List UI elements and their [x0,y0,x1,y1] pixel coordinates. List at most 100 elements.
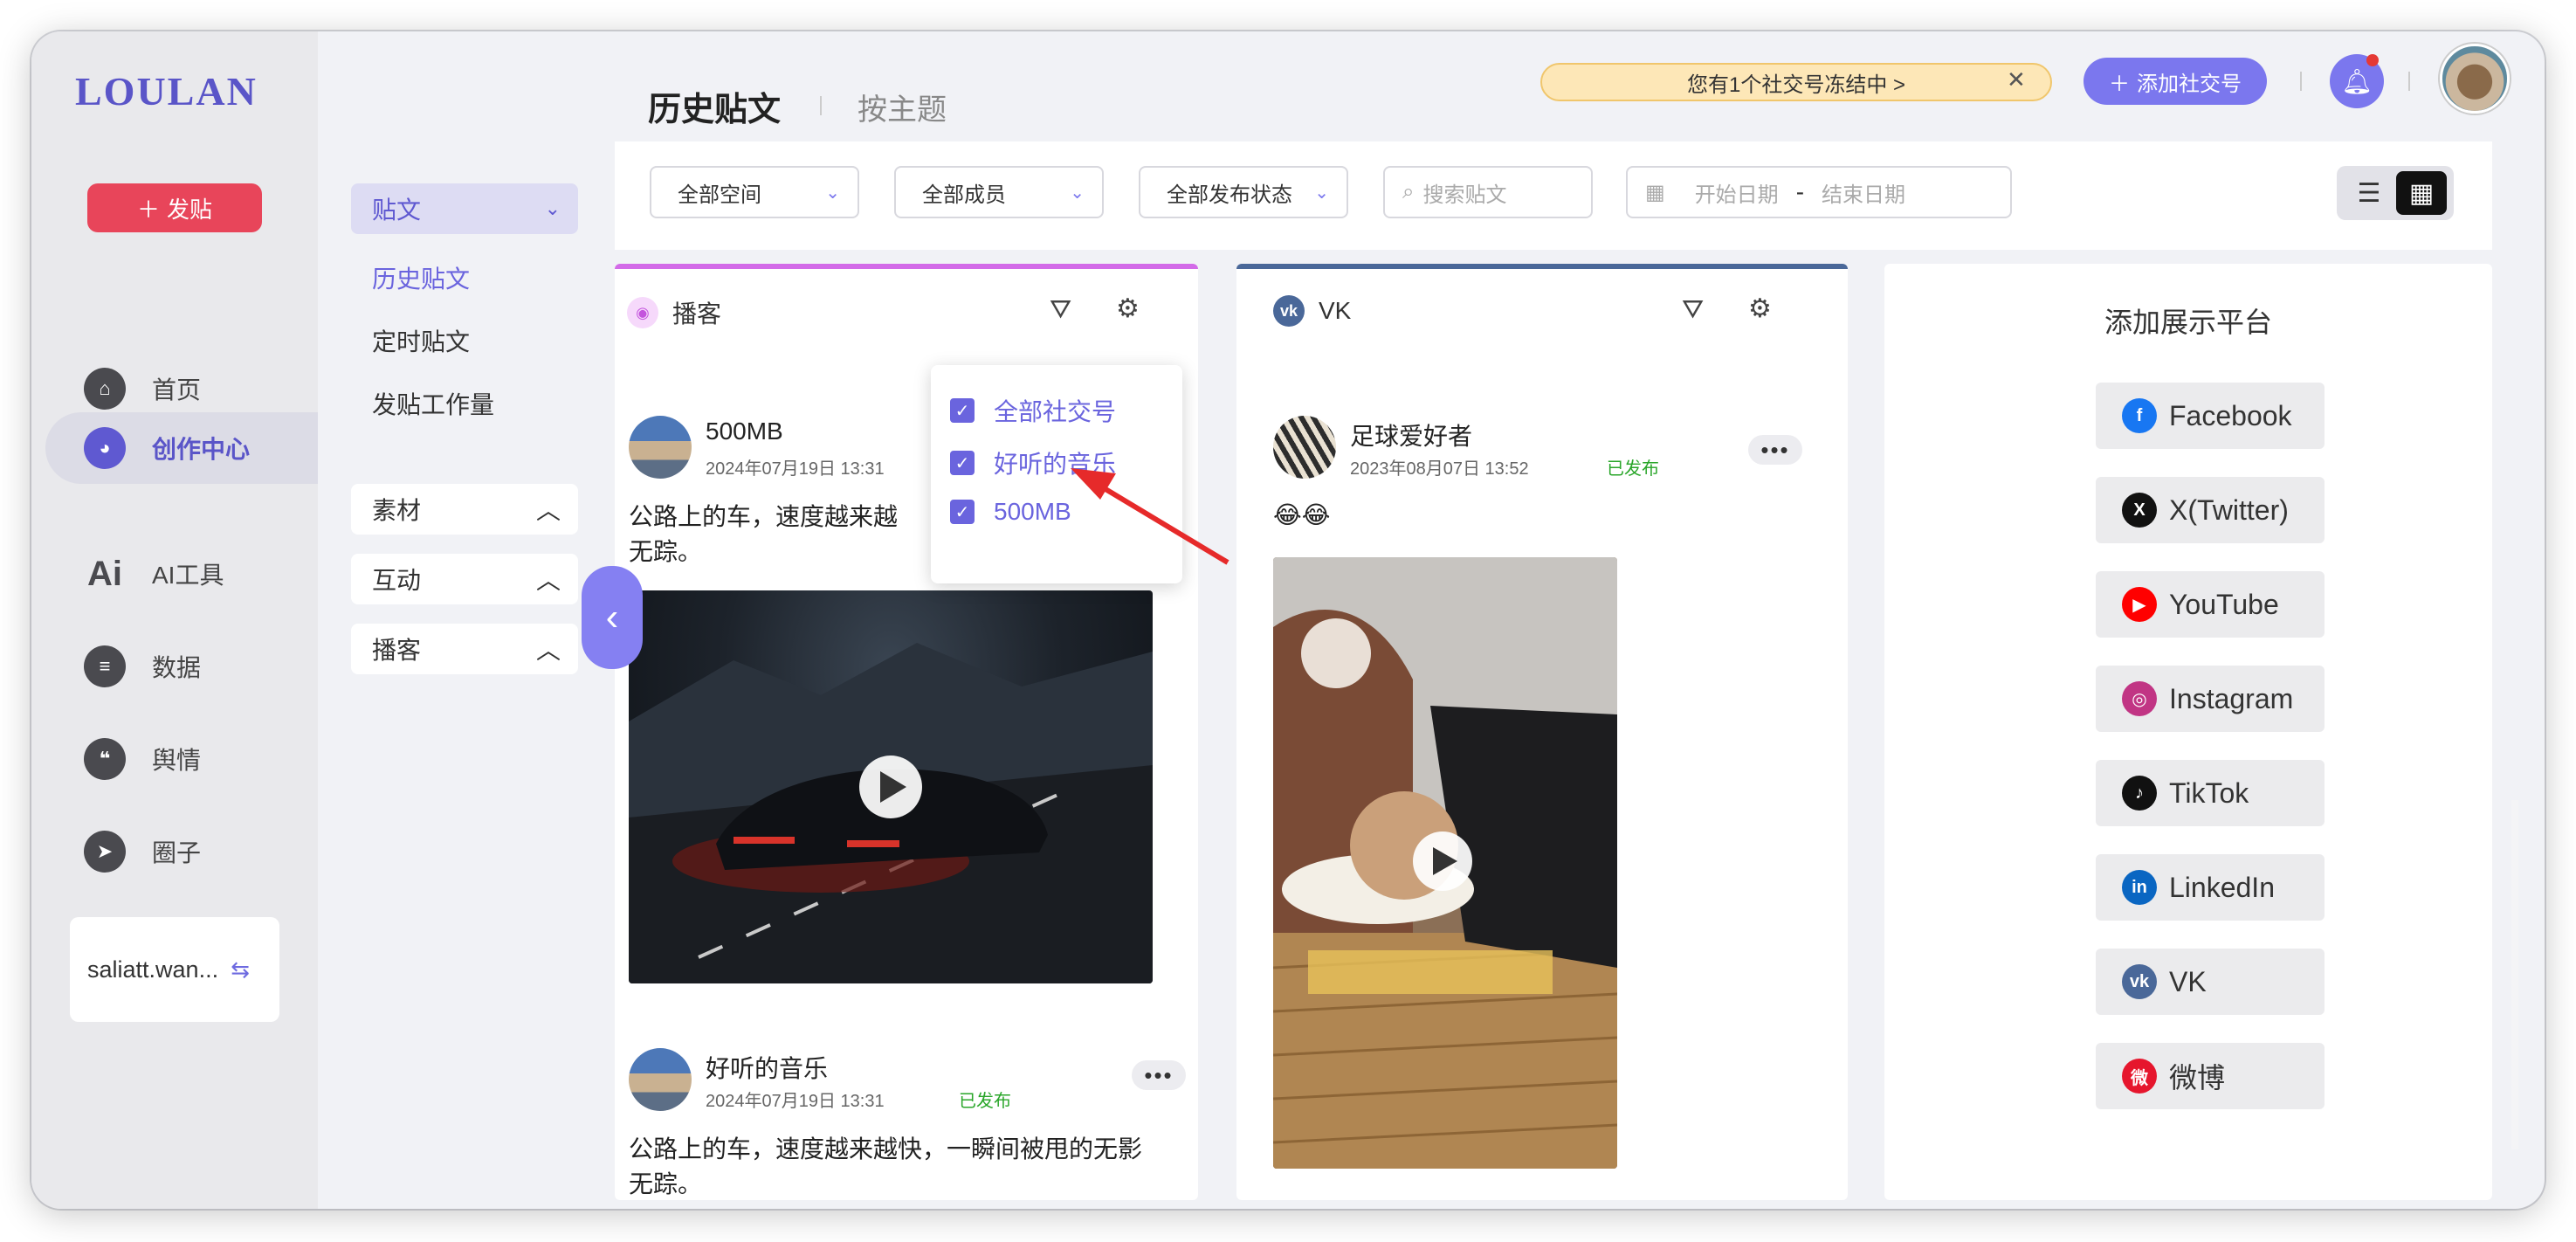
ai-icon: Ai [87,554,122,593]
add-social-account-button[interactable]: ＋ 添加社交号 [2084,58,2267,105]
subnav-link-scheduled[interactable]: 定时贴文 [372,323,470,358]
plus-icon: ＋ [136,196,160,223]
section-label: 素材 [372,497,422,524]
quote-icon: ❝ [84,738,126,780]
platform-icon: ◎ [2122,681,2157,716]
platform-label: TikTok [2169,776,2249,809]
subnav-section-materials[interactable]: 素材 ︿ [351,484,578,535]
collapse-sidebar-button[interactable]: ‹ [582,566,643,669]
add-platform-button[interactable]: X X(Twitter) [2096,477,2325,543]
checkbox-checked-icon[interactable]: ✓ [950,398,975,423]
space-select[interactable]: 全部空间 ⌄ [650,166,859,218]
nav-item-sentiment[interactable]: ❝ 舆情 [84,728,320,790]
scrollbar[interactable] [2511,800,2518,1149]
nav-item-circle[interactable]: ➤ 圈子 [84,821,320,882]
settings-icon[interactable]: ⚙ [1116,293,1140,324]
search-icon: ⌕ [1402,180,1415,204]
chevron-down-icon: ⌄ [544,197,561,219]
member-select[interactable]: 全部成员 ⌄ [894,166,1104,218]
add-platform-button[interactable]: f Facebook [2096,383,2325,449]
add-platform-button[interactable]: in LinkedIn [2096,854,2325,921]
app-window: LOULAN ＋ 发贴 ⌂ 首页 ◕ 创作中心 Ai AI工具 ≡ 数据 ❝ 舆… [31,31,2545,1209]
page-title[interactable]: 历史贴文 [648,82,781,130]
more-icon[interactable]: ••• [1132,1060,1186,1090]
subnav-section-podcast[interactable]: 播客 ︿ [351,624,578,674]
account-switcher[interactable]: saliatt.wan... ⇆ [70,917,279,1022]
post-video[interactable] [629,590,1153,983]
member-select-value: 全部成员 [922,183,1006,207]
post-time: 2023年08月07日 13:52 [1350,459,1529,479]
plus-icon: ＋ [2109,72,2130,96]
add-platform-button[interactable]: ♪ TikTok [2096,760,2325,826]
annotation-arrow [1071,468,1229,565]
post-author: 足球爱好者 [1350,423,1473,450]
subnav-link-workload[interactable]: 发贴工作量 [372,386,494,421]
status-select[interactable]: 全部发布状态 ⌄ [1139,166,1348,218]
platforms-title: 添加展示平台 [2104,307,2272,338]
search-input[interactable]: ⌕ 搜索贴文 [1383,166,1593,218]
chevron-down-icon: ⌄ [1070,183,1085,203]
add-platform-button[interactable]: 微微博 [2096,1043,2325,1109]
add-account-label: 添加社交号 [2137,72,2242,96]
tiktok-video-still [1273,557,1617,1169]
checkbox-checked-icon[interactable]: ✓ [950,451,975,475]
subnav-posts-header[interactable]: 贴文 ⌄ [351,183,578,234]
frozen-account-notice[interactable]: 您有1个社交号冻结中 > [1540,63,2052,101]
avatar [1273,416,1336,479]
add-platform-button[interactable]: ◎ Instagram [2096,666,2325,732]
start-date-input[interactable]: 开始日期 [1695,177,1779,208]
post-time: 2024年07月19日 13:31 [706,1092,885,1111]
dropdown-option-all[interactable]: ✓ 全部社交号 [950,393,1116,428]
filter-icon[interactable]: ⛛ [1682,295,1704,325]
option-label: 全部社交号 [994,398,1117,425]
dropdown-option-500mb[interactable]: ✓ 500MB [950,498,1071,526]
new-post-label: 发贴 [167,196,213,223]
end-date-input[interactable]: 结束日期 [1822,177,1905,208]
close-icon[interactable]: ✕ [2007,66,2026,93]
platform-icon: f [2122,398,2157,433]
nav-item-ai-tools[interactable]: Ai AI工具 [84,543,320,604]
post-text: 😂😂 [1273,501,1331,528]
notification-dot [2366,54,2379,66]
grid-view-icon[interactable]: ▦ [2396,171,2447,215]
date-range-picker[interactable]: ▦ 开始日期 - 结束日期 [1626,166,2012,218]
account-name: saliatt.wan... [87,956,219,983]
filter-icon[interactable]: ⛛ [1050,295,1071,325]
list-view-icon[interactable]: ☰ [2344,171,2394,215]
chevron-down-icon: ⌄ [825,183,840,203]
nav-label: 数据 [152,654,202,681]
post-text: 公路上的车，速度越来越 无踪。 [629,500,898,569]
checkbox-checked-icon[interactable]: ✓ [950,500,975,524]
subnav-section-interaction[interactable]: 互动 ︿ [351,554,578,604]
podcast-icon: ◉ [627,297,658,328]
nav-item-creation-center[interactable]: ◕ 创作中心 [84,417,320,479]
tab-by-topic[interactable]: 按主题 [858,86,947,128]
subnav-link-history[interactable]: 历史贴文 [372,260,470,295]
header-divider [2408,72,2410,91]
nav-item-home[interactable]: ⌂ 首页 [84,358,320,419]
status-badge: 已发布 [959,1092,1011,1111]
post-text-line: 公路上的车，速度越来越快，一瞬间被甩的无影 [629,1135,1143,1163]
post-text-line: 无踪。 [629,1170,703,1197]
settings-icon[interactable]: ⚙ [1748,293,1772,324]
swap-icon[interactable]: ⇆ [231,956,250,983]
option-label: 500MB [994,498,1071,525]
user-avatar[interactable] [2440,44,2510,114]
post-text-line: 公路上的车，速度越来越 [629,503,899,530]
post-video[interactable] [1273,557,1617,1169]
platform-icon: ♪ [2122,776,2157,811]
new-post-button[interactable]: ＋ 发贴 [87,183,262,232]
header-divider [2300,72,2302,91]
subnav-head-label: 贴文 [372,197,422,224]
more-icon[interactable]: ••• [1748,435,1802,465]
chevron-down-icon: ⌄ [1314,183,1329,203]
add-platform-button[interactable]: ▶ YouTube [2096,571,2325,638]
search-placeholder: 搜索贴文 [1422,183,1507,207]
nav-item-data[interactable]: ≡ 数据 [84,636,320,697]
post-text-line: 无踪。 [629,538,703,565]
nav-label: 首页 [152,376,202,404]
date-range-separator: - [1795,178,1805,205]
space-select-value: 全部空间 [678,183,761,207]
add-platform-button[interactable]: vk VK [2096,949,2325,1015]
notice-text: 您有1个社交号冻结中 > [1686,72,1906,97]
